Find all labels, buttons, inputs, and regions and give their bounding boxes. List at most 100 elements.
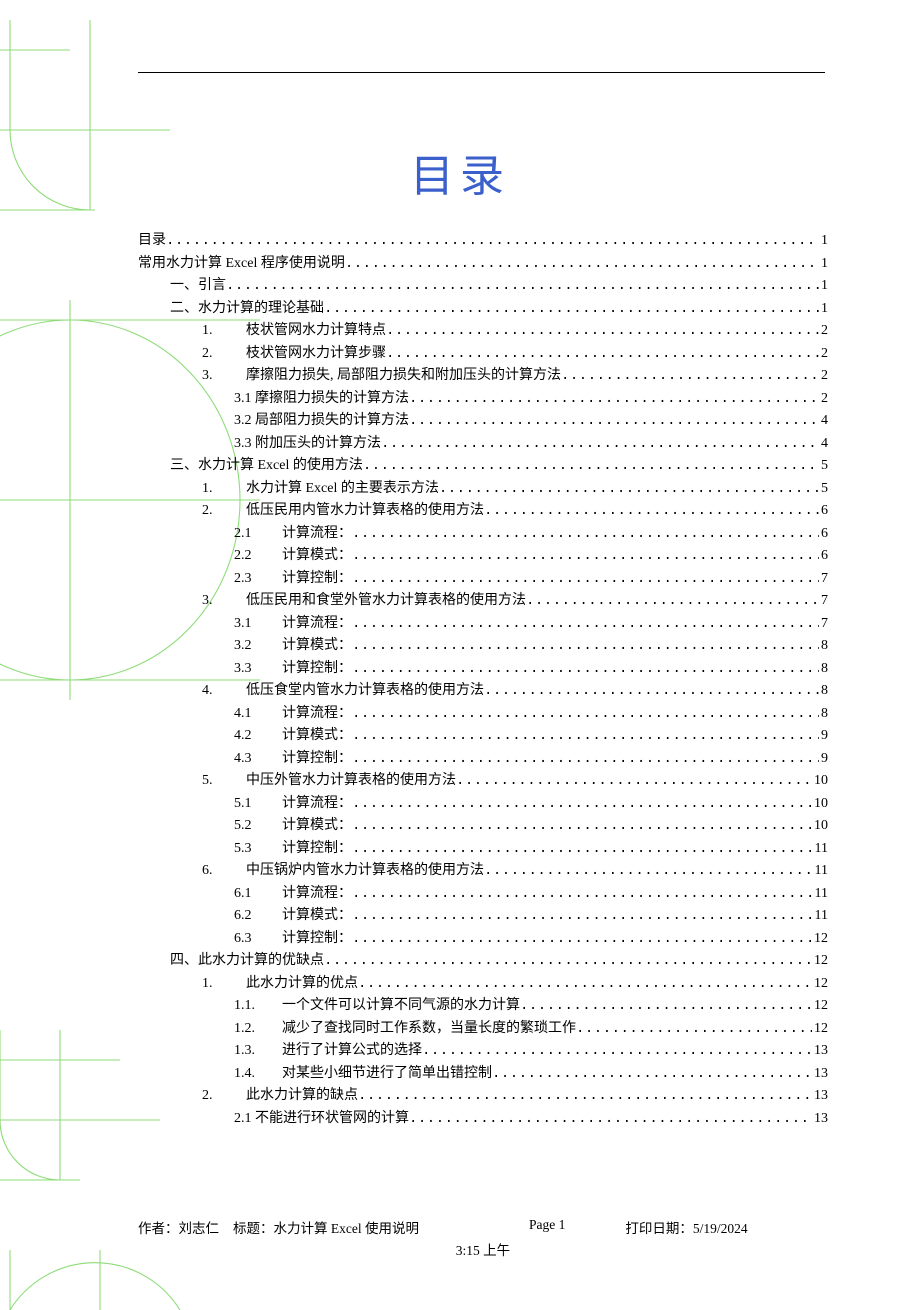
- toc-leader-dots: [358, 973, 812, 996]
- toc-entry-page: 12: [812, 1018, 828, 1041]
- toc-entry-page: 8: [819, 680, 828, 703]
- toc-entry-page: 2: [819, 320, 828, 343]
- toc-entry-title: 3.摩擦阻力损失, 局部阻力损失和附加压头的计算方法: [202, 365, 561, 388]
- toc-entry-page: 1: [819, 230, 828, 253]
- toc-entry: 5.1计算流程：10: [138, 793, 828, 816]
- toc-entry-title: 1.水力计算 Excel 的主要表示方法: [202, 478, 439, 501]
- toc-leader-dots: [352, 815, 812, 838]
- toc-entry-title: 4.2计算模式：: [234, 725, 352, 748]
- toc-entry: 2.3计算控制： 7: [138, 568, 828, 591]
- toc-leader-dots: [352, 635, 819, 658]
- toc-entry-title: 1.2.减少了查找同时工作系数，当量长度的繁琐工作: [234, 1018, 576, 1041]
- toc-leader-dots: [352, 748, 819, 771]
- toc-entry: 2.1计算流程：6: [138, 523, 828, 546]
- footer-date: 打印日期：5/19/2024: [625, 1217, 747, 1237]
- toc-entry-page: 5: [819, 478, 828, 501]
- toc-leader-dots: [352, 883, 813, 906]
- toc-entry-title: 1.4.对某些小细节进行了简单出错控制: [234, 1063, 492, 1086]
- toc-entry-title: 2.2计算模式：: [234, 545, 352, 568]
- toc-entry: 5.中压外管水力计算表格的使用方法10: [138, 770, 828, 793]
- toc-entry: 1.此水力计算的优点12: [138, 973, 828, 996]
- toc-entry-page: 8: [819, 658, 828, 681]
- toc-entry-title: 3.3 附加压头的计算方法: [234, 433, 381, 456]
- toc-entry-page: 13: [812, 1063, 828, 1086]
- toc-leader-dots: [352, 545, 819, 568]
- toc-leader-dots: [226, 275, 819, 298]
- toc-leader-dots: [381, 433, 819, 456]
- toc-entry-title: 4.1计算流程：: [234, 703, 352, 726]
- toc-entry: 3.3计算控制： 8: [138, 658, 828, 681]
- table-of-contents: 目录1常用水力计算 Excel 程序使用说明1一、引言1二、水力计算的理论基础1…: [138, 230, 828, 1130]
- toc-entry-title: 2.1 不能进行环状管网的计算: [234, 1108, 409, 1131]
- toc-entry-page: 7: [819, 568, 828, 591]
- toc-entry: 1.3.进行了计算公式的选择 13: [138, 1040, 828, 1063]
- toc-entry-title: 二、水力计算的理论基础: [170, 298, 324, 321]
- toc-entry: 常用水力计算 Excel 程序使用说明1: [138, 253, 828, 276]
- toc-entry-page: 8: [819, 703, 828, 726]
- toc-entry-title: 2.1计算流程：: [234, 523, 352, 546]
- toc-entry-page: 13: [812, 1085, 828, 1108]
- bg-shape-bottom: [0, 1250, 200, 1310]
- toc-entry-page: 8: [819, 635, 828, 658]
- toc-entry-page: 5: [819, 455, 828, 478]
- toc-leader-dots: [456, 770, 812, 793]
- toc-entry-title: 4.低压食堂内管水力计算表格的使用方法: [202, 680, 484, 703]
- toc-leader-dots: [352, 793, 812, 816]
- footer-title: 标题：水力计算 Excel 使用说明: [233, 1217, 419, 1237]
- toc-entry-title: 1.此水力计算的优点: [202, 973, 358, 996]
- toc-entry: 3.2 局部阻力损失的计算方法 4: [138, 410, 828, 433]
- toc-leader-dots: [358, 1085, 812, 1108]
- toc-leader-dots: [324, 950, 812, 973]
- toc-entry: 1.2.减少了查找同时工作系数，当量长度的繁琐工作 12: [138, 1018, 828, 1041]
- toc-entry-page: 1: [819, 253, 828, 276]
- toc-leader-dots: [492, 1063, 812, 1086]
- toc-entry-title: 目录: [138, 230, 166, 253]
- toc-entry-title: 3.2 局部阻力损失的计算方法: [234, 410, 409, 433]
- toc-entry: 2.2计算模式：6: [138, 545, 828, 568]
- toc-leader-dots: [345, 253, 819, 276]
- toc-leader-dots: [484, 500, 819, 523]
- toc-entry: 二、水力计算的理论基础1: [138, 298, 828, 321]
- toc-entry-title: 6.中压锅炉内管水力计算表格的使用方法: [202, 860, 484, 883]
- page-footer: 作者：刘志仁 标题：水力计算 Excel 使用说明 Page 1 打印日期：5/…: [138, 1217, 828, 1259]
- toc-entry-title: 6.2计算模式：: [234, 905, 352, 928]
- toc-entry-page: 4: [819, 410, 828, 433]
- toc-leader-dots: [352, 703, 819, 726]
- toc-leader-dots: [352, 928, 812, 951]
- toc-entry: 5.3计算控制：11: [138, 838, 828, 861]
- toc-entry-title: 6.1计算流程：: [234, 883, 352, 906]
- toc-leader-dots: [439, 478, 819, 501]
- toc-entry-title: 5.2计算模式：: [234, 815, 352, 838]
- toc-entry: 6.3计算控制：12: [138, 928, 828, 951]
- toc-entry-page: 2: [819, 365, 828, 388]
- toc-entry: 2.此水力计算的缺点13: [138, 1085, 828, 1108]
- toc-leader-dots: [352, 905, 813, 928]
- toc-entry-title: 3.低压民用和食堂外管水力计算表格的使用方法: [202, 590, 526, 613]
- toc-entry-page: 7: [819, 590, 828, 613]
- toc-entry-page: 13: [812, 1040, 828, 1063]
- toc-leader-dots: [409, 388, 819, 411]
- toc-leader-dots: [352, 658, 819, 681]
- toc-entry: 1.4.对某些小细节进行了简单出错控制 13: [138, 1063, 828, 1086]
- toc-entry-title: 3.2计算模式：: [234, 635, 352, 658]
- toc-entry-title: 3.3计算控制：: [234, 658, 352, 681]
- toc-entry-page: 10: [812, 770, 828, 793]
- toc-entry-title: 1.3.进行了计算公式的选择: [234, 1040, 422, 1063]
- toc-entry: 1.枝状管网水力计算特点 2: [138, 320, 828, 343]
- toc-entry-page: 7: [819, 613, 828, 636]
- toc-entry-title: 3.1 摩擦阻力损失的计算方法: [234, 388, 409, 411]
- toc-entry-page: 11: [813, 860, 828, 883]
- toc-entry: 3.2计算模式： 8: [138, 635, 828, 658]
- toc-entry-title: 1.枝状管网水力计算特点: [202, 320, 386, 343]
- toc-entry-page: 13: [812, 1108, 828, 1131]
- toc-entry-page: 10: [812, 815, 828, 838]
- toc-entry: 3.1 摩擦阻力损失的计算方法2: [138, 388, 828, 411]
- toc-entry-page: 11: [813, 838, 828, 861]
- toc-entry-title: 2.3计算控制：: [234, 568, 352, 591]
- toc-entry-title: 三、水力计算 Excel 的使用方法: [170, 455, 363, 478]
- toc-leader-dots: [561, 365, 819, 388]
- toc-leader-dots: [352, 725, 819, 748]
- footer-author: 作者：刘志仁: [138, 1217, 219, 1237]
- toc-entry-page: 11: [813, 883, 828, 906]
- toc-leader-dots: [166, 230, 819, 253]
